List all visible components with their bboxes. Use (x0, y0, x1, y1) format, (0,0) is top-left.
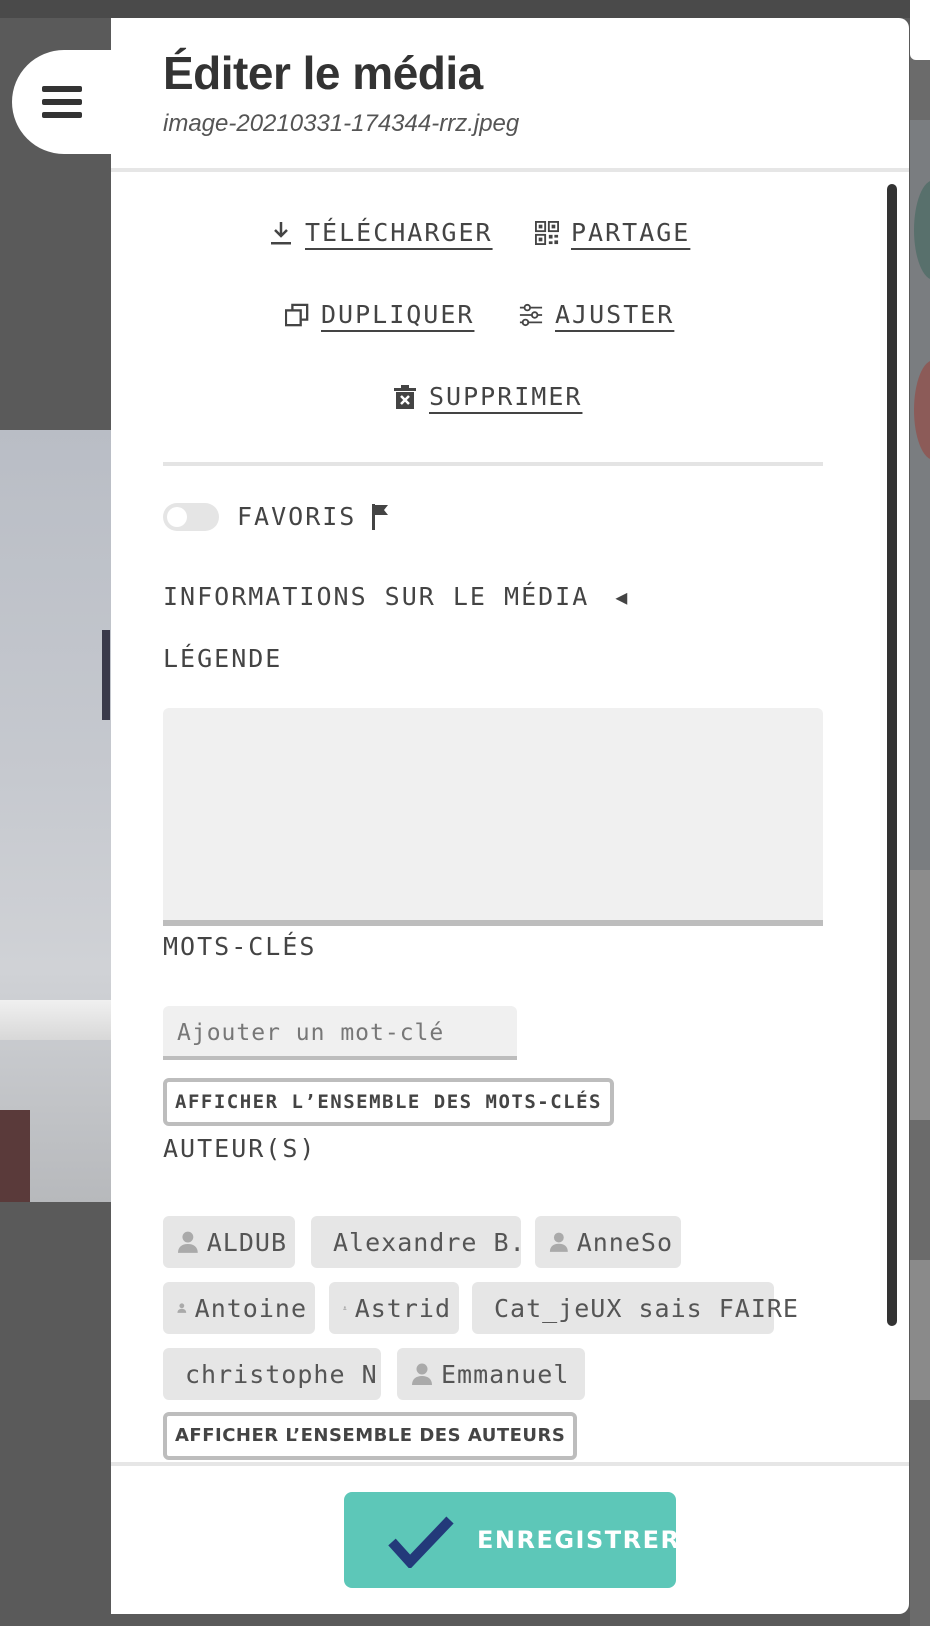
photo-detail (0, 1110, 30, 1202)
author-name: Cat_jeUX sais FAIRE (494, 1293, 799, 1323)
user-icon (549, 1232, 568, 1252)
media-info-toggle[interactable]: INFORMATIONS SUR LE MÉDIA ◀ (163, 582, 629, 611)
save-button[interactable]: ENREGISTRER (344, 1492, 679, 1588)
author-chip[interactable]: christophe N (163, 1348, 381, 1400)
share-button[interactable]: PARTAGE (535, 218, 690, 247)
sliders-icon (519, 303, 543, 326)
author-chip[interactable]: Astrid (329, 1282, 459, 1334)
collapse-arrow-icon: ◀ (615, 584, 630, 609)
hamburger-icon (42, 86, 82, 118)
user-icon (343, 1306, 347, 1310)
author-chip[interactable]: Antoine (163, 1282, 315, 1334)
duplicate-icon (285, 303, 309, 326)
user-icon (177, 1303, 187, 1313)
download-button[interactable]: TÉLÉCHARGER (269, 218, 493, 247)
save-label: ENREGISTRER (477, 1526, 681, 1554)
background-photo (0, 430, 112, 1202)
panel-content: TÉLÉCHARGER PARTAGE DUPLIQUER AJUSTER SU… (111, 172, 909, 1462)
author-chip[interactable]: AnneSo (535, 1216, 681, 1268)
actions-divider (163, 462, 823, 466)
adjust-label: AJUSTER (555, 300, 675, 329)
delete-label: SUPPRIMER (429, 382, 583, 411)
author-name: Emmanuel (441, 1359, 570, 1389)
trash-icon (394, 384, 416, 409)
edit-media-panel: Éditer le média image-20210331-174344-rr… (111, 18, 909, 1614)
author-name: Alexandre B. (333, 1227, 526, 1257)
qr-code-icon (535, 220, 559, 245)
toggle-knob (167, 506, 187, 527)
background-tab (910, 0, 930, 60)
favorites-label: FAVORIS (237, 502, 357, 531)
author-name: Astrid (354, 1293, 451, 1323)
caption-textarea[interactable] (163, 708, 823, 926)
download-label: TÉLÉCHARGER (305, 218, 493, 247)
keywords-label: MOTS-CLÉS (163, 932, 317, 961)
background-media-grid (910, 0, 930, 1626)
duplicate-label: DUPLIQUER (321, 300, 475, 329)
media-filename: image-20210331-174344-rrz.jpeg (163, 110, 520, 137)
author-name: christophe N (185, 1359, 378, 1389)
download-icon (271, 221, 291, 244)
show-all-keywords-button[interactable]: AFFICHER L’ENSEMBLE DES MOTS-CLÉS (163, 1078, 614, 1126)
background-thumbnail (910, 870, 930, 1120)
scrollbar[interactable] (887, 184, 897, 1326)
author-name: ALDUB (206, 1227, 287, 1257)
favorites-toggle[interactable] (163, 502, 219, 531)
author-chip[interactable]: Emmanuel (397, 1348, 585, 1400)
keyword-input[interactable]: Ajouter un mot-clé (163, 1006, 517, 1060)
author-chip[interactable]: ALDUB (163, 1216, 295, 1268)
author-chip[interactable]: Alexandre B. (311, 1216, 525, 1268)
share-label: PARTAGE (571, 218, 691, 247)
author-chip[interactable]: Cat_jeUX sais FAIRE (472, 1282, 798, 1334)
show-all-authors-button[interactable]: AFFICHER L’ENSEMBLE DES AUTEURS (163, 1412, 578, 1460)
adjust-button[interactable]: AJUSTER (519, 300, 674, 329)
author-name: AnneSo (576, 1227, 673, 1257)
delete-button[interactable]: SUPPRIMER (393, 382, 582, 411)
author-name: Antoine (194, 1293, 307, 1323)
checkmark-icon (388, 1516, 454, 1568)
media-info-label: INFORMATIONS SUR LE MÉDIA (163, 582, 590, 611)
photo-detail (0, 1000, 112, 1040)
photo-detail (102, 630, 110, 720)
flag-icon (372, 503, 389, 530)
favorites-row: FAVORIS (163, 502, 392, 531)
background-top-bar (0, 0, 930, 18)
user-icon (177, 1231, 198, 1253)
page-title: Éditer le média (163, 47, 483, 99)
user-icon (412, 1363, 432, 1385)
duplicate-button[interactable]: DUPLIQUER (285, 300, 474, 329)
authors-label: AUTEUR(S) (163, 1134, 317, 1163)
footer-divider (111, 1462, 909, 1466)
caption-label: LÉGENDE (163, 644, 283, 673)
background-thumbnail (910, 1260, 930, 1400)
panel-header: Éditer le média image-20210331-174344-rr… (111, 18, 909, 168)
